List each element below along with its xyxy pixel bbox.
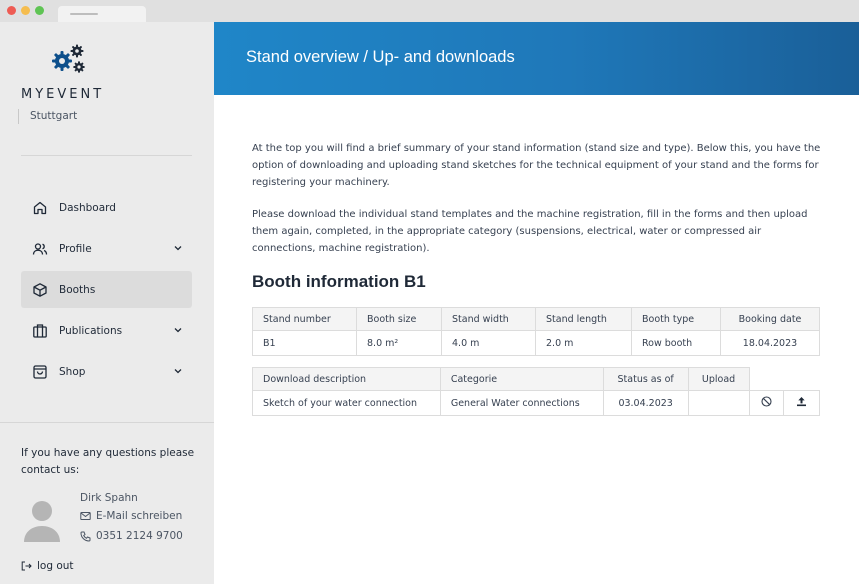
home-icon (32, 200, 48, 216)
sidebar-divider (0, 422, 214, 423)
column-header: Booth type (631, 307, 721, 331)
booth-info-table: Stand number Booth size Stand width Stan… (252, 307, 820, 356)
sidebar-item-label: Booths (59, 283, 96, 296)
booth-title: Booth information B1 (252, 272, 426, 291)
column-header: Download description (252, 367, 441, 391)
table-cell: Row booth (631, 330, 721, 356)
page-header: Stand overview / Up- and downloads (214, 22, 859, 95)
users-icon (32, 241, 48, 257)
tab-title-placeholder (70, 13, 98, 15)
upload-icon[interactable] (796, 396, 807, 407)
gears-logo-icon (52, 44, 85, 73)
column-header: Categorie (439, 367, 604, 391)
table-cell: B1 (252, 330, 357, 356)
sidebar-item-label: Profile (59, 242, 92, 255)
contact-name: Dirk Spahn (80, 492, 138, 504)
maximize-window-button[interactable] (35, 6, 44, 15)
table-cell: 03.04.2023 (602, 390, 689, 416)
location-label: Stuttgart (18, 109, 77, 124)
table-header-row: Download description Categorie Status as… (252, 367, 820, 391)
forbidden-icon[interactable] (761, 396, 772, 407)
table-cell: 2.0 m (535, 330, 632, 356)
logout-label: log out (37, 560, 74, 572)
minimize-window-button[interactable] (21, 6, 30, 15)
logout-icon (21, 561, 32, 571)
table-header-row: Stand number Booth size Stand width Stan… (252, 307, 820, 331)
sidebar-divider (21, 155, 192, 156)
mail-icon (80, 512, 91, 520)
email-label: E-Mail schreiben (96, 510, 183, 522)
phone-icon (80, 531, 91, 542)
page-title: Stand overview / Up- and downloads (246, 48, 515, 66)
logout-link[interactable]: log out (21, 560, 74, 572)
column-header: Stand length (535, 307, 632, 331)
table-cell: 18.04.2023 (720, 330, 820, 356)
sidebar-item-profile[interactable]: Profile (21, 230, 192, 267)
contact-prompt: If you have any questions please contact… (21, 447, 195, 476)
sidebar-item-publications[interactable]: Publications (21, 312, 192, 349)
chevron-down-icon[interactable] (173, 243, 183, 253)
intro-paragraph: At the top you will find a brief summary… (252, 143, 821, 188)
sidebar-item-shop[interactable]: Shop (21, 353, 192, 390)
email-link[interactable]: E-Mail schreiben (80, 510, 182, 522)
table-row: B1 8.0 m² 4.0 m 2.0 m Row booth 18.04.20… (252, 330, 820, 356)
sidebar-item-label: Dashboard (59, 201, 116, 214)
upload-cell (783, 390, 820, 416)
downloads-table: Download description Categorie Status as… (252, 367, 820, 416)
column-header: Stand width (441, 307, 536, 331)
table-cell: 4.0 m (441, 330, 536, 356)
column-header: Upload (687, 367, 750, 391)
chevron-down-icon[interactable] (173, 325, 183, 335)
sidebar: MYEVENT Stuttgart Dashboard Profile Boot… (0, 22, 214, 584)
phone-number: 0351 2124 9700 (96, 530, 183, 542)
empty-header-cell (749, 367, 820, 391)
sidebar-item-booths[interactable]: Booths (21, 271, 192, 308)
delete-cell (748, 390, 785, 416)
avatar (24, 501, 60, 542)
column-header: Stand number (252, 307, 357, 331)
sidebar-item-label: Shop (59, 365, 86, 378)
sidebar-item-dashboard[interactable]: Dashboard (21, 189, 192, 226)
brand-name: MYEVENT (21, 87, 105, 102)
column-header: Booth size (356, 307, 442, 331)
column-header: Booking date (720, 307, 820, 331)
shopping-bag-icon (32, 364, 48, 380)
column-header: Status as of (602, 367, 689, 391)
close-window-button[interactable] (7, 6, 16, 15)
table-cell (687, 390, 750, 416)
phone-link[interactable]: 0351 2124 9700 (80, 530, 183, 542)
sidebar-item-label: Publications (59, 324, 123, 337)
box-icon (32, 282, 48, 298)
table-cell: Sketch of your water connection (252, 390, 441, 416)
table-cell: General Water connections (439, 390, 604, 416)
table-cell: 8.0 m² (356, 330, 442, 356)
browser-tab[interactable] (58, 6, 146, 22)
chevron-down-icon[interactable] (173, 366, 183, 376)
browser-titlebar (0, 0, 859, 22)
instructions-paragraph: Please download the individual stand tem… (252, 209, 808, 254)
table-row: Sketch of your water connection General … (252, 390, 820, 416)
columns-icon (32, 323, 48, 339)
